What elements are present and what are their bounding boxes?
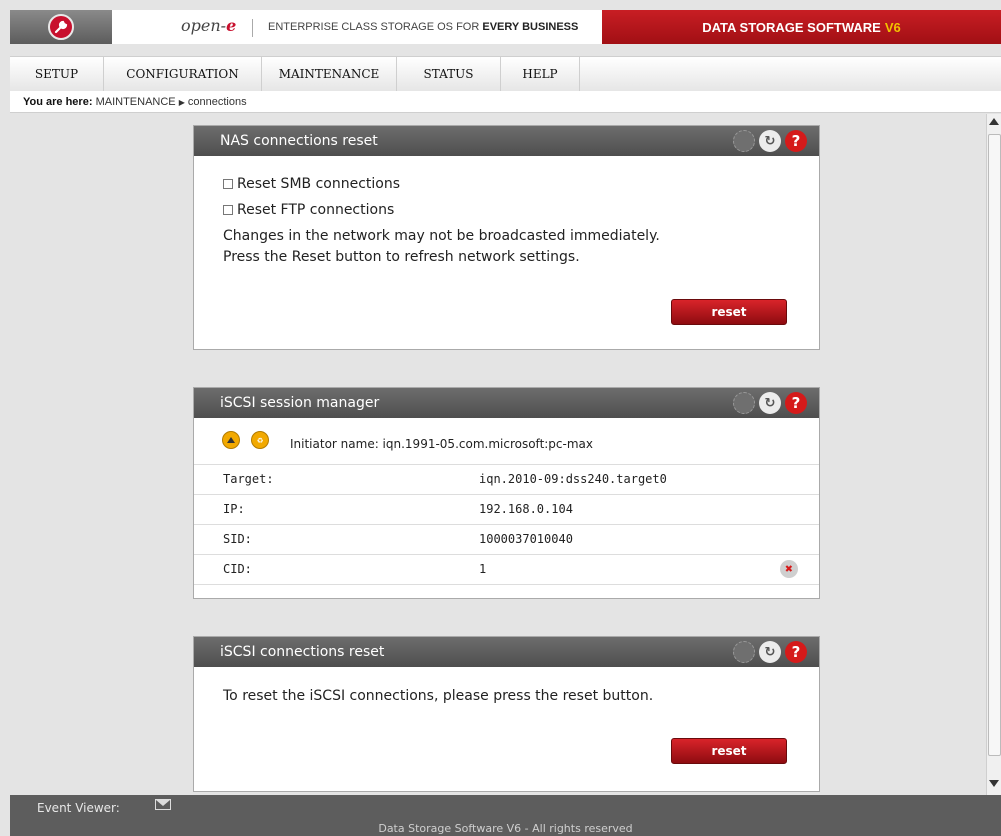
panel-title: NAS connections reset [220, 133, 378, 149]
collapse-icon[interactable] [222, 431, 240, 449]
nav-configuration[interactable]: CONFIGURATION [104, 57, 262, 91]
ftp-reset-option[interactable]: Reset FTP connections [223, 202, 394, 218]
brand-divider [252, 19, 253, 37]
scroll-up-icon[interactable] [989, 118, 999, 125]
row-label: SID: [223, 532, 252, 546]
scroll-thumb[interactable] [988, 134, 1001, 756]
iscsi-reset-text: To reset the iSCSI connections, please p… [223, 688, 654, 704]
scroll-down-icon[interactable] [989, 780, 999, 787]
help-icon[interactable]: ? [785, 392, 807, 414]
logo-button[interactable] [10, 10, 112, 44]
nav-maintenance[interactable]: MAINTENANCE [262, 57, 397, 91]
nav-setup[interactable]: SETUP [10, 57, 104, 91]
app-header: open-e ENTERPRISE CLASS STORAGE OS for E… [10, 10, 1001, 44]
nas-info-line-2: Press the Reset button to refresh networ… [223, 249, 580, 265]
loading-icon [733, 130, 755, 152]
tagline: ENTERPRISE CLASS STORAGE OS for EVERY BU… [268, 21, 579, 33]
help-icon[interactable]: ? [785, 130, 807, 152]
nas-info-line-1: Changes in the network may not be broadc… [223, 228, 660, 244]
smb-reset-option[interactable]: Reset SMB connections [223, 176, 400, 192]
smb-checkbox[interactable] [223, 179, 233, 189]
product-title: DATA STORAGE SOFTWARE V6 [602, 10, 1001, 44]
row-value: 1 [479, 562, 487, 576]
table-row: IP: 192.168.0.104 [194, 494, 819, 525]
panel-title: iSCSI connections reset [220, 644, 385, 660]
nav-status[interactable]: STATUS [397, 57, 501, 91]
breadcrumb-separator-icon: ▶ [178, 98, 185, 107]
refresh-icon[interactable]: ↻ [759, 130, 781, 152]
row-value: 192.168.0.104 [479, 502, 573, 516]
table-row: SID: 1000037010040 [194, 524, 819, 555]
row-value: 1000037010040 [479, 532, 573, 546]
panel-header: NAS connections reset ↻ ? [194, 126, 819, 156]
envelope-icon[interactable] [155, 799, 171, 810]
iscsi-reset-panel: iSCSI connections reset ↻ ? To reset the… [193, 636, 820, 792]
breadcrumb-page: connections [187, 96, 247, 108]
footer: Event Viewer: Data Storage Software V6 -… [10, 795, 1001, 836]
panel-title: iSCSI session manager [220, 395, 380, 411]
row-value: iqn.2010-09:dss240.target0 [479, 472, 667, 486]
recycle-icon[interactable]: ♻ [251, 431, 269, 449]
event-viewer-label: Event Viewer: [37, 801, 120, 815]
main-nav: SETUP CONFIGURATION MAINTENANCE STATUS H… [10, 56, 1001, 92]
row-label: CID: [223, 562, 252, 576]
copyright: Data Storage Software V6 - All rights re… [378, 822, 633, 835]
nav-help[interactable]: HELP [501, 57, 580, 91]
loading-icon [733, 392, 755, 414]
breadcrumb-section[interactable]: MAINTENANCE [96, 96, 176, 108]
smb-label: Reset SMB connections [237, 176, 401, 192]
row-label: Target: [223, 472, 274, 486]
refresh-icon[interactable]: ↻ [759, 392, 781, 414]
brand-logo: open-e [181, 16, 237, 35]
session-manager-panel: iSCSI session manager ↻ ? ♻ Initiator na… [193, 387, 820, 599]
table-row: Target: iqn.2010-09:dss240.target0 [194, 464, 819, 495]
vertical-scrollbar[interactable] [986, 114, 1001, 795]
table-row: CID: 1 ✖ [194, 554, 819, 585]
breadcrumb: You are here: MAINTENANCE ▶ connections [10, 91, 1001, 113]
nas-reset-button[interactable]: reset [671, 299, 787, 325]
initiator-row: ♻ Initiator name: iqn.1991-05.com.micros… [194, 426, 819, 465]
iscsi-reset-button[interactable]: reset [671, 738, 787, 764]
panel-header: iSCSI connections reset ↻ ? [194, 637, 819, 667]
nas-reset-panel: NAS connections reset ↻ ? Reset SMB conn… [193, 125, 820, 350]
row-label: IP: [223, 502, 245, 516]
initiator-name: Initiator name: iqn.1991-05.com.microsof… [290, 437, 593, 451]
refresh-icon[interactable]: ↻ [759, 641, 781, 663]
wrench-icon [48, 14, 74, 40]
loading-icon [733, 641, 755, 663]
ftp-label: Reset FTP connections [237, 202, 395, 218]
delete-icon[interactable]: ✖ [780, 560, 798, 578]
help-icon[interactable]: ? [785, 641, 807, 663]
panel-header: iSCSI session manager ↻ ? [194, 388, 819, 418]
ftp-checkbox[interactable] [223, 205, 233, 215]
